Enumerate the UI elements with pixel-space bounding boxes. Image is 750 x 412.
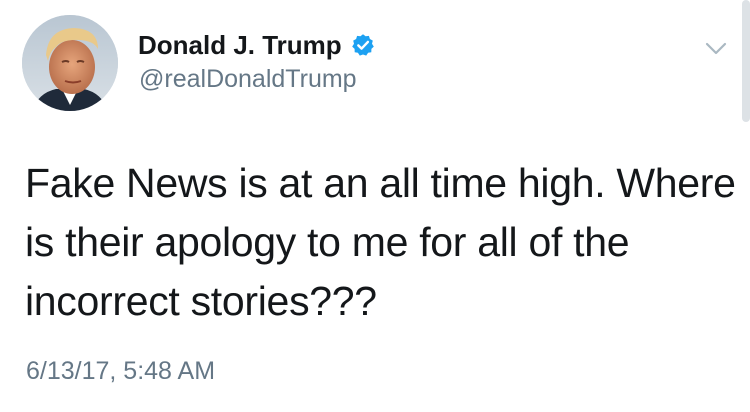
timestamp[interactable]: 6/13/17, 5:48 AM bbox=[26, 356, 215, 386]
chevron-down-icon[interactable] bbox=[700, 32, 732, 64]
scrollbar[interactable] bbox=[742, 0, 750, 122]
tweet-text: Fake News is at an all time high. Where … bbox=[25, 154, 736, 331]
author-name-row[interactable]: Donald J. Trump bbox=[138, 30, 375, 60]
display-name[interactable]: Donald J. Trump bbox=[138, 30, 342, 60]
tweet-card: Donald J. Trump @realDonaldTrump Fake Ne… bbox=[0, 0, 750, 412]
tweet-text-line: incorrect stories??? bbox=[25, 278, 377, 324]
tweet-text-line: is their apology to me for all of the bbox=[25, 219, 630, 265]
tweet-text-line: Fake News is at an all time high. Where bbox=[25, 160, 736, 206]
verified-badge-icon bbox=[351, 33, 375, 57]
user-handle[interactable]: @realDonaldTrump bbox=[139, 64, 357, 94]
avatar[interactable] bbox=[22, 15, 118, 111]
profile-photo bbox=[22, 15, 118, 111]
